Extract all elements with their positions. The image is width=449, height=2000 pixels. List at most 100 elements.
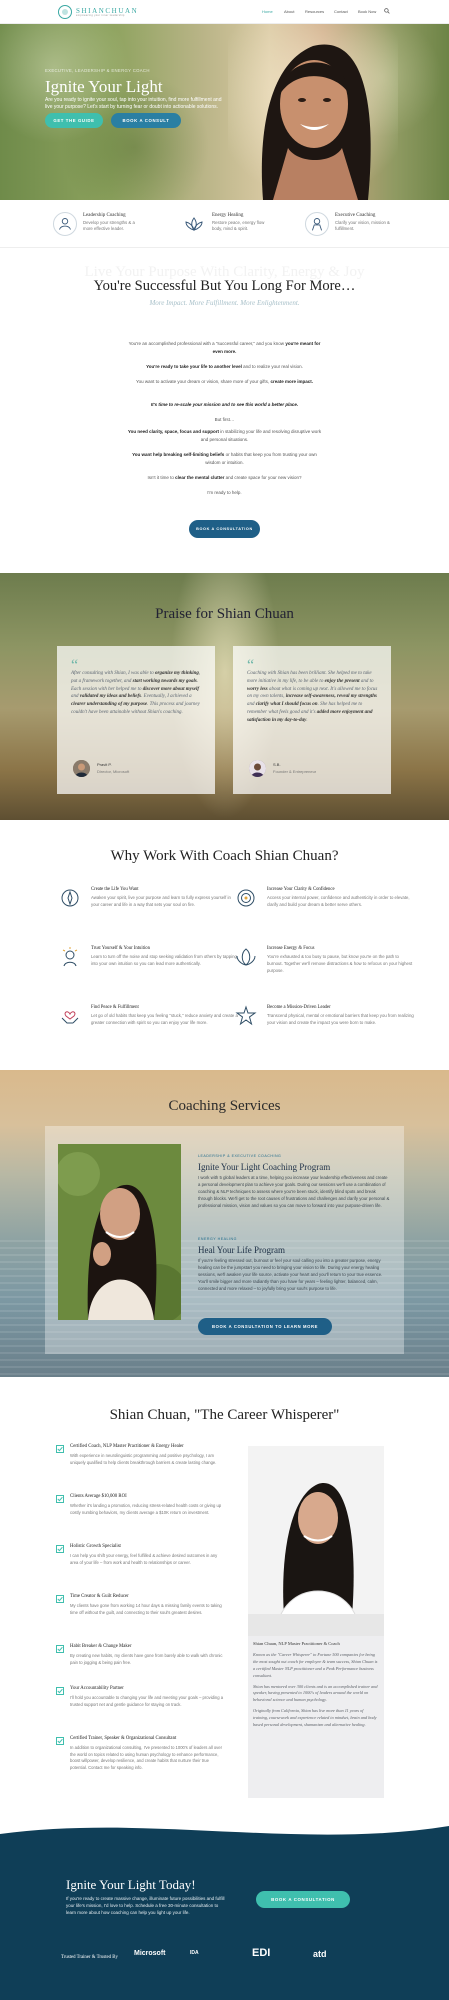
hero-text: Are you ready to ignite your soul, tap i… — [45, 97, 222, 110]
strip-text: Develop your strengths & a more effectiv… — [83, 220, 135, 232]
why-item-text: Access your internal power, confidence a… — [267, 895, 410, 907]
avatar — [249, 760, 266, 777]
why-item: Create the Life You Want Awaken your spi… — [59, 885, 249, 941]
get-the-guide-button[interactable]: GET THE GUIDE — [45, 113, 103, 128]
credential-text: I'll hold you accountable to changing yo… — [70, 1695, 224, 1707]
hero-kicker: EXECUTIVE, LEADERSHIP & ENERGY COACH — [45, 68, 150, 73]
why-item: Increase Your Clarity & Confidence Acces… — [235, 885, 425, 941]
why-item-text: Awaken your spirit, live your purpose an… — [91, 895, 231, 907]
service-title[interactable]: Ignite Your Light Coaching Program — [198, 1161, 330, 1174]
success-paragraph: You want help breaking self-limiting bel… — [132, 452, 317, 465]
success-title: You're Successful But You Long For More… — [93, 278, 356, 294]
success-paragraph: You're an accomplished professional with… — [128, 341, 321, 354]
hands-heart-icon — [61, 1011, 79, 1024]
credential-text: In addition to organizational consulting… — [70, 1745, 222, 1771]
book-a-consultation-button[interactable]: BOOK A CONSULTATION — [189, 520, 260, 538]
credential-title: Time Creator & Guilt Reducer — [70, 1594, 129, 1599]
testimonial-name: S.B. — [273, 762, 281, 767]
service-text: If you're feeling stressed out, burnout … — [198, 1258, 383, 1291]
why-item-text: Let go of old habits that keep you feeli… — [91, 1013, 238, 1025]
strip-title: Leadership Coaching — [83, 213, 126, 218]
credential-title: Your Accountability Partner — [70, 1686, 124, 1691]
book-consultation-learn-more-button[interactable]: BOOK A CONSULTATION TO LEARN MORE — [198, 1318, 332, 1335]
energy-icon — [236, 948, 256, 966]
why-title: Why Work With Coach Shian Chuan? — [110, 848, 339, 864]
trusted-by-label: Trusted Trainer & Trusted By — [61, 1955, 118, 1960]
logo-tagline: empowering your inner leadership — [76, 14, 125, 17]
hero-title: Ignite Your Light — [45, 77, 163, 96]
testimonial-card: “ After consulting with Shian, I was abl… — [57, 646, 215, 794]
strip-text: Clarify your vision, mission & fulfillme… — [335, 220, 390, 232]
strip-text: Restore peace, energy flow body, mind & … — [212, 220, 265, 232]
testimonial-role: Founder & Entrepreneur — [273, 769, 317, 774]
why-item-title: Find Peace & Fulfillment — [91, 1005, 139, 1010]
success-subtitle: More Impact. More Fulfillment. More Enli… — [149, 299, 300, 307]
credential-text: Whether it's landing a promotion, reduci… — [70, 1503, 222, 1515]
checkbox-check-icon — [56, 1687, 64, 1695]
target-icon — [237, 889, 255, 907]
cta-title: Ignite Your Light Today! — [66, 1877, 196, 1892]
services-strip: Leadership Coaching Develop your strengt… — [0, 200, 449, 248]
checkbox-check-icon — [56, 1445, 64, 1453]
service-title[interactable]: Heal Your Life Program — [198, 1244, 285, 1257]
credential-title: Certified Coach, NLP Master Practitioner… — [70, 1444, 184, 1449]
lotus-icon — [185, 217, 203, 231]
why-item: Find Peace & Fulfillment Let go of old h… — [59, 1003, 249, 1059]
testimonial-quote: Coaching with Shian has been brilliant. … — [247, 671, 378, 723]
nav-resources[interactable]: Resources — [305, 9, 324, 15]
why-item-title: Increase Your Clarity & Confidence — [267, 887, 335, 892]
success-paragraph: You need clarity, space, focus and suppo… — [127, 429, 322, 442]
coaching-title: Coaching Services — [168, 1098, 281, 1114]
hero-portrait-image — [228, 24, 398, 200]
bio-card-text: Known as the "Career Whisperer" to Fortu… — [253, 1652, 378, 1727]
nav-about[interactable]: About — [284, 9, 294, 15]
why-item: Trust Yourself & Your Intuition Learn to… — [59, 944, 249, 1000]
brand-logo-edi: EDI — [252, 1947, 271, 1959]
career-whisperer-title: Shian Chuan, "The Career Whisperer" — [109, 1407, 340, 1423]
why-item-title: Become a Mission-Driven Leader — [267, 1005, 331, 1010]
success-paragraph: You want to activate your dream or visio… — [136, 379, 313, 384]
nav-home[interactable]: Home — [262, 9, 273, 15]
why-item-title: Increase Energy & Focus — [267, 946, 315, 951]
checkbox-check-icon — [56, 1595, 64, 1603]
service-text: I work with 5 global leaders at a time, … — [198, 1175, 390, 1208]
book-a-consult-button[interactable]: BOOK A CONSULT — [111, 113, 181, 128]
brand-logo-atd: atd — [313, 1949, 327, 1959]
success-paragraph: You're ready to take your life to anothe… — [146, 364, 303, 369]
strip-title: Energy Healing — [212, 213, 244, 218]
testimonial-quote: After consulting with Shian, I was able … — [71, 671, 201, 715]
credential-text: My clients have gone from working 14 hou… — [70, 1603, 222, 1615]
mission-icon — [235, 1005, 257, 1026]
credential-title: Habit Breaker & Change Maker — [70, 1644, 132, 1649]
credential-title: Holistic Growth Specialist — [70, 1544, 121, 1549]
nav-contact[interactable]: Contact — [334, 9, 348, 15]
credential-text: By creating new habits, my clients have … — [70, 1653, 223, 1665]
executive-icon — [305, 212, 329, 236]
why-item-text: Learn to turn off the noise and stop see… — [91, 954, 237, 966]
credential-text: With experience in neurolinguistic progr… — [70, 1453, 217, 1465]
testimonial-role: Director, Microsoft — [97, 769, 130, 774]
compass-icon — [61, 889, 79, 907]
book-consultation-footer-button[interactable]: BOOK A CONSULTATION — [256, 1891, 350, 1908]
success-paragraph: I'm ready to help. — [207, 490, 242, 495]
intuition-icon — [62, 947, 78, 967]
brand-logo-microsoft: Microsoft — [134, 1950, 166, 1957]
brand-logo-ida: IDA — [190, 1950, 199, 1956]
nav-book-now[interactable]: Book Now — [358, 9, 376, 15]
search-icon[interactable] — [384, 8, 390, 14]
why-item: Become a Mission-Driven Leader Transcend… — [235, 1003, 425, 1059]
testimonial-card: “ Coaching with Shian has been brilliant… — [233, 646, 391, 794]
checkbox-check-icon — [56, 1545, 64, 1553]
credential-title: Clients Average $10,000 ROI — [70, 1494, 127, 1499]
credential-title: Certified Trainer, Speaker & Organizatio… — [70, 1736, 177, 1741]
logo-icon[interactable] — [58, 5, 72, 19]
why-item-title: Create the Life You Want — [91, 887, 139, 892]
top-navigation: SHIANCHUAN empowering your inner leaders… — [0, 0, 449, 24]
credential-text: I can help you shift your energy, feel f… — [70, 1553, 218, 1565]
leadership-icon — [53, 212, 77, 236]
bio-card-title: Shian Chuan, NLP Master Practitioner & C… — [253, 1641, 340, 1646]
checkbox-check-icon — [56, 1737, 64, 1745]
praise-title: Praise for Shian Chuan — [155, 606, 294, 622]
checkbox-check-icon — [56, 1495, 64, 1503]
bio-photo-image — [248, 1446, 384, 1636]
